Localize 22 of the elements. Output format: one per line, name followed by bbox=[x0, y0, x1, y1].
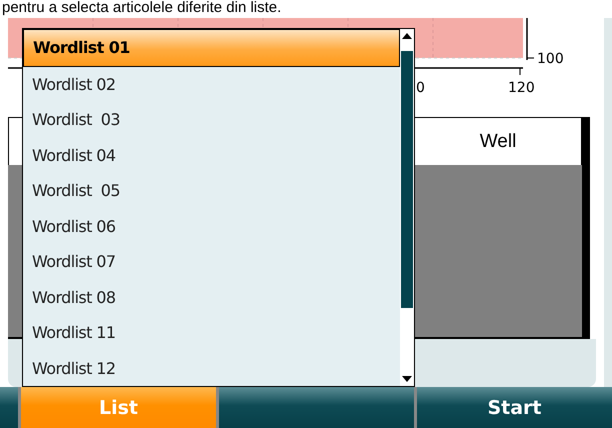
axis-tick-label: 0 bbox=[416, 80, 425, 96]
axis-tick-label: 100 bbox=[537, 51, 564, 67]
toolbar-button[interactable] bbox=[219, 387, 414, 428]
axis-tick-label: 120 bbox=[508, 80, 535, 96]
list-item[interactable]: Wordlist 11 bbox=[23, 315, 400, 350]
scrollbar[interactable] bbox=[400, 29, 414, 386]
table-border bbox=[582, 117, 590, 165]
caption-text: pentru a selecta articolele diferite din liste. bbox=[1, 0, 282, 18]
toolbar-button[interactable] bbox=[0, 387, 18, 428]
list-item[interactable]: Wordlist 03 bbox=[23, 102, 400, 138]
list-item[interactable]: Wordlist 06 bbox=[23, 208, 400, 244]
scroll-up-icon[interactable] bbox=[402, 33, 412, 39]
list-item[interactable]: Wordlist 04 bbox=[23, 138, 400, 173]
list-item[interactable]: Wordlist 01 bbox=[23, 29, 400, 66]
table-header-cell: Well bbox=[414, 117, 582, 165]
scrollbar-thumb[interactable] bbox=[401, 51, 413, 308]
list-item[interactable]: Wordlist 07 bbox=[23, 244, 400, 280]
toolbar-button[interactable]: Start bbox=[417, 387, 612, 428]
scroll-down-icon[interactable] bbox=[402, 376, 412, 382]
list-item[interactable]: Wordlist 05 bbox=[23, 173, 400, 208]
list-item[interactable]: Wordlist 02 bbox=[23, 66, 400, 102]
list-item[interactable]: Wordlist 08 bbox=[23, 280, 400, 315]
